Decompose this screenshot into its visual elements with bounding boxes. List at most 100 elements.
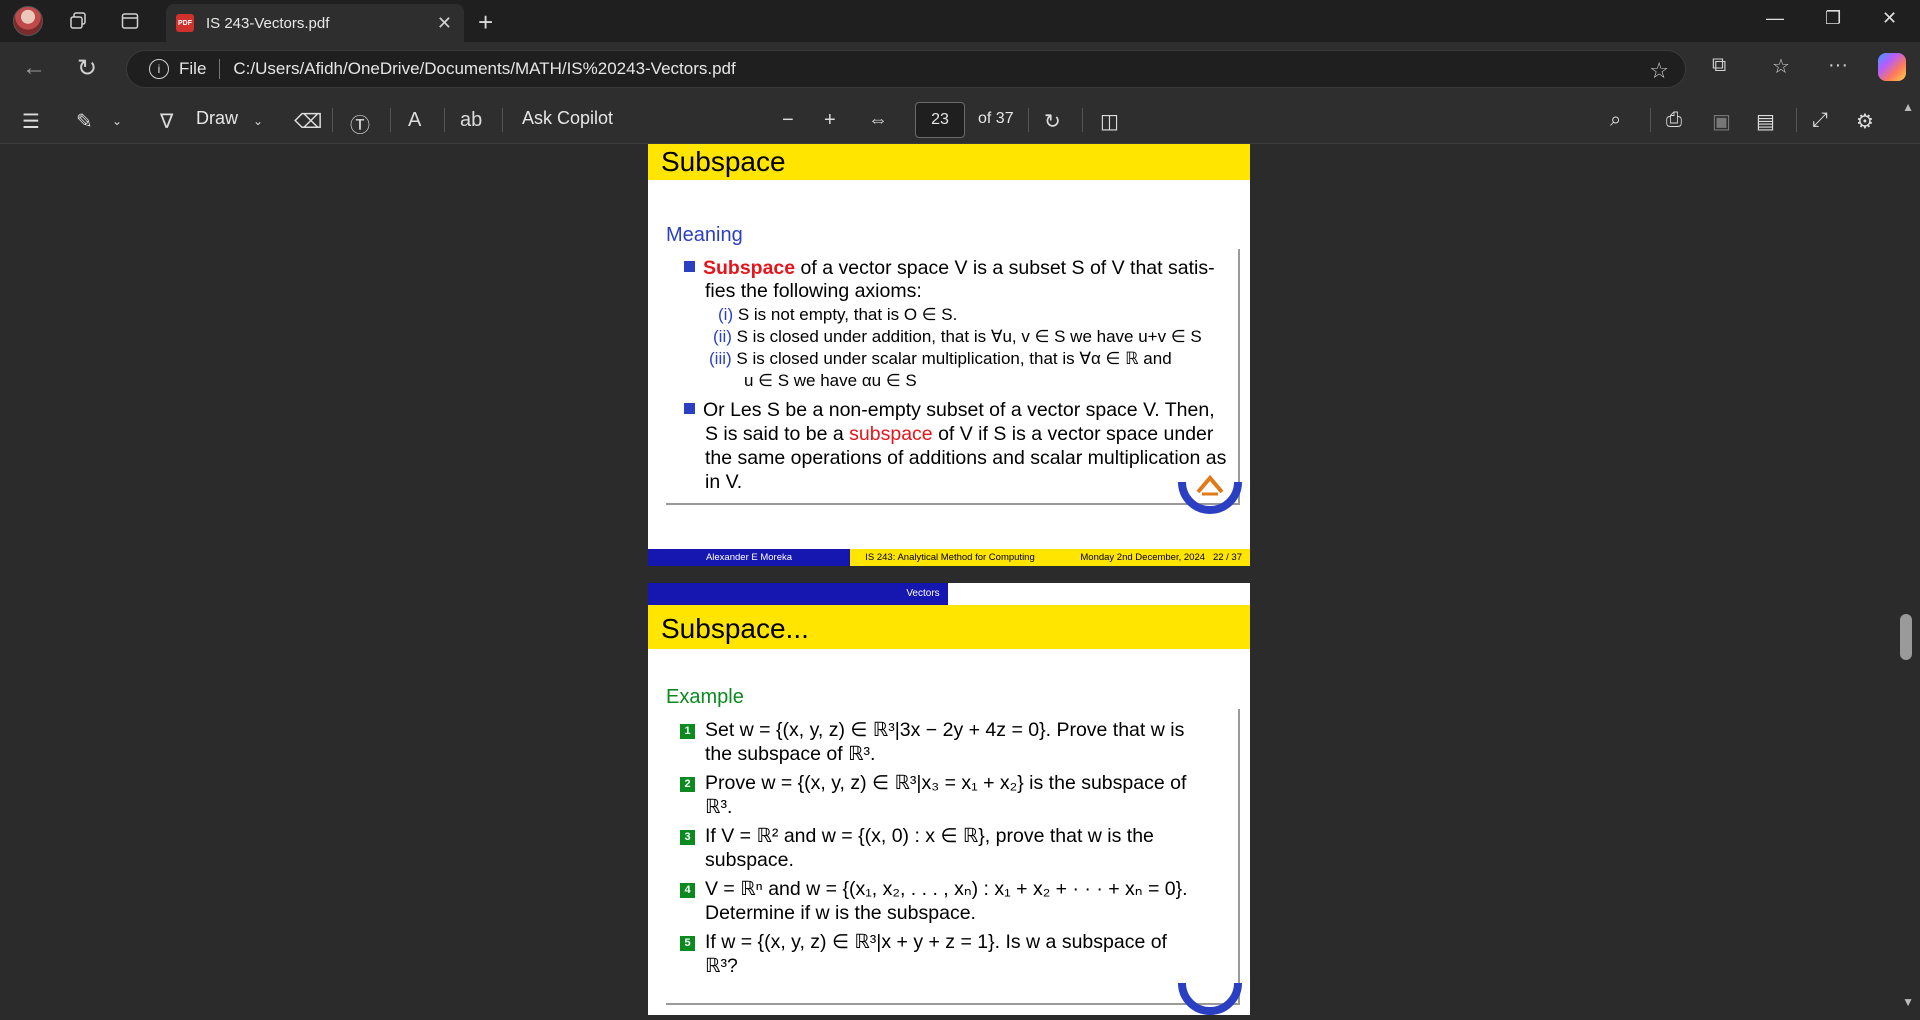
bullet-2-line-4: in V. [705, 471, 743, 493]
bullet-icon [684, 403, 695, 414]
bullet-2-text-b: of V if S is a vector space under [932, 423, 1214, 445]
page-view-icon[interactable]: ◫ [1100, 109, 1119, 134]
axiom-ii-text: S is closed under addition, that is ∀u, … [736, 327, 1202, 346]
axiom-iii-text: S is closed under scalar multiplication,… [736, 349, 1172, 368]
tab-title: IS 243-Vectors.pdf [206, 14, 330, 32]
example-5-line-1: If w = {(x, y, z) ∈ ℝ³|x + y + z = 1}. I… [705, 931, 1167, 953]
footer-date: Monday 2nd December, 2024 [1080, 552, 1206, 563]
axiom-i-text: S is not empty, that is O ∈ S. [737, 305, 958, 324]
close-tab-icon[interactable]: ✕ [437, 13, 452, 34]
bullet-icon [684, 261, 695, 272]
chevron-down-icon[interactable]: ⌄ [112, 114, 122, 128]
minimize-icon[interactable]: — [1766, 8, 1784, 29]
copilot-icon[interactable] [1878, 53, 1906, 81]
chevron-down-icon[interactable]: ⌄ [253, 114, 263, 128]
footer-page: 22 / 37 [1212, 552, 1242, 563]
slide-title: Subspace [661, 146, 786, 177]
example-3-line-1: If V = ℝ² and w = {(x, 0) : x ∈ ℝ}, prov… [705, 825, 1154, 847]
page-number-input[interactable]: 23 [915, 102, 965, 138]
zoom-in-icon[interactable]: + [824, 109, 836, 132]
address-bar-row: ← ↻ i File C:/Users/Afidh/OneDrive/Docum… [0, 42, 1920, 96]
fullscreen-icon[interactable]: ⤢ [1812, 109, 1828, 132]
divider [1796, 108, 1797, 132]
back-icon[interactable]: ← [22, 54, 46, 82]
example-3-line-2: subspace. [705, 849, 794, 871]
vertical-tabs-icon[interactable] [118, 9, 142, 33]
settings-icon[interactable]: ⚙ [1856, 109, 1874, 134]
profile-avatar[interactable] [13, 6, 43, 36]
contents-list-icon[interactable]: ☰ [22, 109, 40, 134]
section-header-label: Vectors [906, 588, 940, 599]
url-text[interactable]: C:/Users/Afidh/OneDrive/Documents/MATH/I… [233, 59, 735, 79]
active-tab[interactable]: PDF IS 243-Vectors.pdf ✕ [166, 4, 464, 42]
save-as-icon[interactable]: ▤ [1756, 109, 1775, 134]
term-subspace-2: subspace [849, 423, 933, 445]
workspaces-icon[interactable] [66, 9, 90, 33]
new-tab-icon[interactable]: + [478, 7, 493, 38]
print-icon[interactable]: ⎙ [1666, 109, 1682, 132]
refresh-icon[interactable]: ↻ [77, 54, 97, 83]
example-4-line-1: V = ℝⁿ and w = {(x₁, x₂, . . . , xₙ) : x… [705, 878, 1188, 900]
favorites-icon[interactable]: ☆ [1772, 54, 1790, 79]
divider [390, 108, 391, 132]
translate-icon[interactable]: ab [460, 109, 482, 132]
highlight-icon[interactable]: ✎ [76, 109, 93, 134]
section-header-blank [948, 583, 1250, 605]
divider [332, 108, 333, 132]
axiom-i-num: (i) [718, 305, 734, 324]
bullet-2-text: Or Les S be a non-empty subset of a vect… [703, 399, 1215, 421]
pdf-page-22: Subspace Meaning Subspace of a vector sp… [648, 144, 1250, 566]
restore-icon[interactable]: ❐ [1825, 8, 1841, 29]
divider [219, 59, 221, 79]
bullet-2-line-3: the same operations of additions and sca… [705, 447, 1227, 469]
text-box-icon[interactable]: Ⓣ [350, 109, 370, 138]
more-menu-icon[interactable]: ··· [1828, 54, 1848, 77]
scrollbar-thumb[interactable] [1900, 614, 1912, 660]
rotate-icon[interactable]: ↻ [1044, 109, 1061, 134]
example-item-2: 2 Prove w = {(x, y, z) ∈ ℝ³|x₃ = x₁ + x₂}… [680, 771, 1244, 795]
term-subspace: Subspace [703, 257, 796, 279]
item-number-badge: 2 [680, 777, 695, 792]
draw-label[interactable]: Draw [196, 108, 238, 129]
read-aloud-icon[interactable]: A [408, 109, 421, 132]
favorite-star-icon[interactable]: ☆ [1649, 58, 1669, 84]
site-info-icon[interactable]: i [149, 59, 169, 79]
example-item-4: 4 V = ℝⁿ and w = {(x₁, x₂, . . . , xₙ) : … [680, 877, 1244, 901]
extensions-icon[interactable]: ⧉ [1712, 54, 1726, 77]
university-logo-icon [1178, 474, 1242, 514]
footer-author: Alexander E Moreka [648, 549, 850, 566]
bullet-2-line-2: S is said to be a subspace of V if S is … [705, 422, 1245, 446]
fit-width-icon[interactable]: ⇔ [868, 109, 888, 132]
scroll-down-icon[interactable]: ▼ [1902, 995, 1914, 1009]
example-item-3: 3 If V = ℝ² and w = {(x, 0) : x ∈ ℝ}, pro… [680, 824, 1244, 848]
item-number-badge: 1 [680, 724, 695, 739]
pdf-page-23: Vectors Subspace... Example 1 Set w = {(x… [648, 583, 1250, 1015]
ask-copilot-button[interactable]: Ask Copilot [522, 108, 613, 129]
bullet-1-line-1: Subspace of a vector space V is a subset… [684, 256, 1244, 280]
axiom-ii-num: (ii) [713, 327, 732, 346]
footer-date-page: Monday 2nd December, 2024 22 / 37 [1050, 549, 1250, 566]
draw-icon[interactable]: ∇ [160, 109, 173, 134]
zoom-out-icon[interactable]: − [782, 109, 794, 132]
close-window-icon[interactable]: ✕ [1882, 8, 1897, 29]
pdf-toolbar: ☰ ✎ ⌄ ∇ Draw ⌄ ⌫ Ⓣ A ab Ask Copilot − + … [0, 96, 1920, 144]
address-bar[interactable]: i File C:/Users/Afidh/OneDrive/Documents… [126, 50, 1686, 88]
example-5-line-2: ℝ³? [705, 955, 738, 977]
university-logo-icon [1178, 982, 1242, 1015]
item-number-badge: 3 [680, 830, 695, 845]
eraser-icon[interactable]: ⌫ [294, 109, 322, 134]
item-number-badge: 4 [680, 883, 695, 898]
footer-course: IS 243: Analytical Method for Computing [850, 549, 1050, 566]
slide-footer: Alexander E Moreka IS 243: Analytical Me… [648, 549, 1250, 566]
bullet-1-line-2: fies the following axioms: [705, 280, 922, 302]
pdf-icon: PDF [176, 14, 194, 32]
save-icon: ▣ [1712, 111, 1731, 133]
search-icon[interactable]: ⌕ [1610, 109, 1621, 132]
example-2-line-1: Prove w = {(x, y, z) ∈ ℝ³|x₃ = x₁ + x₂} … [705, 772, 1187, 794]
axiom-iii-num: (iii) [709, 349, 732, 368]
block-title-meaning: Meaning [666, 224, 743, 246]
block-title-example: Example [666, 686, 744, 708]
divider [1028, 108, 1029, 132]
scroll-up-icon[interactable]: ▲ [1902, 100, 1914, 114]
slide-title: Subspace... [661, 613, 809, 644]
